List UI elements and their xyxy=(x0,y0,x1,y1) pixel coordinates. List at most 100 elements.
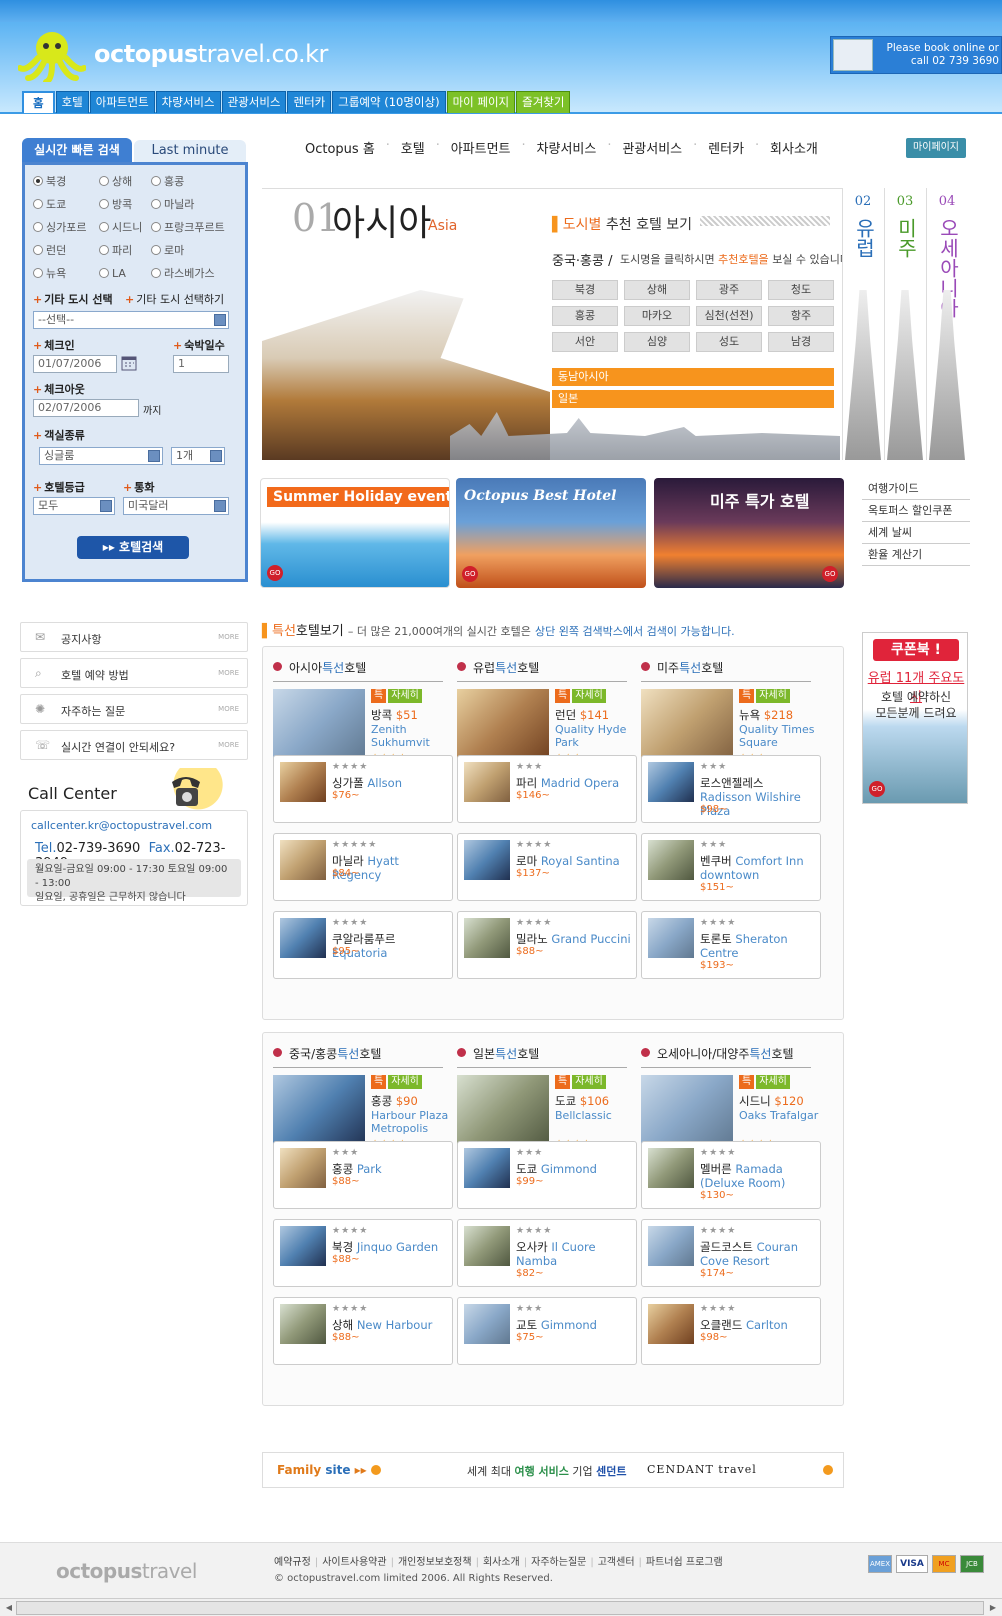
city-button-chengdu[interactable]: 성도 xyxy=(696,332,762,352)
footer-link-booking-terms[interactable]: 예약규정 xyxy=(274,1553,311,1568)
city-button-shenzhen[interactable]: 심천(선전) xyxy=(696,306,762,326)
nav-tab-my-page[interactable]: 마이 페이지 xyxy=(446,91,516,113)
faq-box[interactable]: ✺ 자주하는 질문 MORE xyxy=(20,694,248,724)
cendant-logo[interactable]: CENDANT travel xyxy=(647,1463,757,1476)
footer-link-customer-center[interactable]: 고객센터 xyxy=(586,1553,635,1568)
tab-realtime-search[interactable]: 실시간 빠른 검색 xyxy=(22,138,132,162)
city-radio-la[interactable]: LA xyxy=(99,265,151,281)
hotel-card[interactable]: ★★★ 교토 Gimmond $75~ xyxy=(457,1297,637,1365)
hotel-photo[interactable] xyxy=(457,689,549,761)
featured-hotel[interactable]: 특 자세히 방콕 $51 Zenith Sukhumvit ★★★★ xyxy=(273,689,453,763)
hotel-photo[interactable] xyxy=(273,689,365,761)
hotel-name[interactable]: 오클랜드 Carlton xyxy=(700,1318,818,1332)
checkout-input[interactable]: 02/07/2006 xyxy=(33,399,139,417)
city-radio-beijing[interactable]: 북경 xyxy=(33,173,99,189)
detail-button[interactable]: 자세히 xyxy=(388,689,422,703)
hotel-name[interactable]: 교토 Gimmond xyxy=(516,1318,634,1332)
detail-button[interactable]: 자세히 xyxy=(756,689,790,703)
hotel-card[interactable]: ★★★★ 쿠알라룸푸르 Equatoria $95~ xyxy=(273,911,453,979)
hotel-name[interactable]: 밀라노 Grand Puccini xyxy=(516,932,634,946)
footer-link-about[interactable]: 회사소개 xyxy=(472,1553,520,1568)
hotel-card[interactable]: ★★★★ 밀라노 Grand Puccini $88~ xyxy=(457,911,637,979)
hotel-thumbnail[interactable] xyxy=(464,918,510,958)
detail-button[interactable]: 자세히 xyxy=(572,1075,606,1089)
hotel-card[interactable]: ★★★★ 골드코스트 Couran Cove Resort $174~ xyxy=(641,1219,821,1287)
hotel-thumbnail[interactable] xyxy=(464,1304,510,1344)
call-center-email[interactable]: callcenter.kr@octopustravel.com xyxy=(31,819,212,832)
city-button-shanghai[interactable]: 상해 xyxy=(624,280,690,300)
hotel-thumbnail[interactable] xyxy=(280,1226,326,1266)
more-button[interactable]: MORE xyxy=(218,705,239,713)
region-bar-japan[interactable]: 일본 xyxy=(552,390,834,408)
coupon-banner[interactable]: 쿠폰북 ! 유럽 11개 주요도시 호텔 예약하신 모든분께 드려요 GO xyxy=(862,632,968,804)
menu-octopus-home[interactable]: Octopus 홈 xyxy=(292,138,388,157)
booking-guide-box[interactable]: ⌕ 호텔 예약 방법 MORE xyxy=(20,658,248,688)
hotel-name[interactable]: 골드코스트 Couran Cove Resort xyxy=(700,1240,818,1268)
hotel-name-link[interactable]: Quality Times Square xyxy=(739,723,823,749)
nav-tab-hotel[interactable]: 호텔 xyxy=(55,91,89,113)
hotel-card[interactable]: ★★★★★ 마닐라 Hyatt Regency $84~ xyxy=(273,833,453,901)
nav-tab-apartment[interactable]: 아파트먼트 xyxy=(89,91,155,113)
city-radio-shanghai[interactable]: 상해 xyxy=(99,173,151,189)
city-radio-sydney[interactable]: 시드니 xyxy=(99,219,151,235)
menu-rentcar[interactable]: 렌터카 xyxy=(693,138,757,157)
banner-summer-holiday[interactable]: Summer Holiday event GO xyxy=(260,478,450,588)
hotel-thumbnail[interactable] xyxy=(280,918,326,958)
city-button-nanjing[interactable]: 남경 xyxy=(768,332,834,352)
octopus-logo-icon[interactable] xyxy=(18,28,86,82)
city-radio-manila[interactable]: 마닐라 xyxy=(151,196,237,212)
hotel-name-link[interactable]: Oaks Trafalgar xyxy=(739,1109,823,1122)
city-button-macau[interactable]: 마카오 xyxy=(624,306,690,326)
room-type-select[interactable]: 싱글룸 xyxy=(39,447,163,465)
hotel-thumbnail[interactable] xyxy=(280,762,326,802)
hotel-card[interactable]: ★★★★ 싱가폴 Allson $76~ xyxy=(273,755,453,823)
hotel-name-link[interactable]: Bellclassic xyxy=(555,1109,639,1122)
city-radio-hongkong[interactable]: 홍콩 xyxy=(151,173,237,189)
detail-button[interactable]: 자세히 xyxy=(388,1075,422,1089)
detail-button[interactable]: 자세히 xyxy=(572,689,606,703)
city-radio-london[interactable]: 런던 xyxy=(33,242,99,258)
hotel-name-link[interactable]: Zenith Sukhumvit xyxy=(371,723,455,749)
footer-link-faq[interactable]: 자주하는질문 xyxy=(520,1553,586,1568)
hotel-thumbnail[interactable] xyxy=(648,1304,694,1344)
hotel-thumbnail[interactable] xyxy=(280,1304,326,1344)
side-tab-americas[interactable]: 03 미주 xyxy=(884,188,924,460)
scroll-thumb[interactable] xyxy=(16,1601,984,1615)
hotel-name[interactable]: 벤쿠버 Comfort Inn downtown xyxy=(700,854,818,882)
hotel-card[interactable]: ★★★ 벤쿠버 Comfort Inn downtown $151~ xyxy=(641,833,821,901)
hotel-card[interactable]: ★★★ 로스앤젤레스 Radisson Wilshire Plaza $98~ xyxy=(641,755,821,823)
city-button-xian[interactable]: 서안 xyxy=(552,332,618,352)
hotel-thumbnail[interactable] xyxy=(464,840,510,880)
hotel-card[interactable]: ★★★★ 로마 Royal Santina $137~ xyxy=(457,833,637,901)
hotel-thumbnail[interactable] xyxy=(464,1148,510,1188)
hotel-card[interactable]: ★★★★ 상해 New Harbour $88~ xyxy=(273,1297,453,1365)
nav-tab-tour-service[interactable]: 관광서비스 xyxy=(221,91,287,113)
region-bar-southeast-asia[interactable]: 동남아시아 xyxy=(552,368,834,386)
link-discount-coupon[interactable]: 옥토퍼스 할인쿠폰 xyxy=(862,500,970,522)
menu-apartment[interactable]: 아파트먼트 xyxy=(436,138,524,157)
hotel-thumbnail[interactable] xyxy=(648,1226,694,1266)
side-tab-europe[interactable]: 02 유럽 xyxy=(842,188,882,460)
banner-best-hotel[interactable]: Octopus Best Hotel GO xyxy=(456,478,646,588)
site-logo[interactable]: octopustravel.co.kr xyxy=(94,40,328,68)
hotel-name[interactable]: 싱가폴 Allson xyxy=(332,776,450,790)
hotel-thumbnail[interactable] xyxy=(648,840,694,880)
hotel-name-link[interactable]: Harbour Plaza Metropolis xyxy=(371,1109,455,1135)
horizontal-scrollbar[interactable]: ◀ ▶ xyxy=(0,1598,1002,1616)
room-count-select[interactable]: 1개 xyxy=(171,447,225,465)
city-button-hongkong[interactable]: 홍콩 xyxy=(552,306,618,326)
more-button[interactable]: MORE xyxy=(218,669,239,677)
hotel-name[interactable]: 상해 New Harbour xyxy=(332,1318,450,1332)
hotel-card[interactable]: ★★★★ 오사카 Il Cuore Namba $82~ xyxy=(457,1219,637,1287)
calendar-icon[interactable] xyxy=(121,355,137,371)
hotel-thumbnail[interactable] xyxy=(464,762,510,802)
hotel-thumbnail[interactable] xyxy=(648,1148,694,1188)
city-button-shenyang[interactable]: 심양 xyxy=(624,332,690,352)
hotel-name[interactable]: 북경 Jinquo Garden xyxy=(332,1240,450,1254)
featured-hotel[interactable]: 특 자세히 시드니 $120 Oaks Trafalgar ★★★★ xyxy=(641,1075,821,1149)
hotel-name[interactable]: 로마 Royal Santina xyxy=(516,854,634,868)
hotel-card[interactable]: ★★★ 홍콩 Park $88~ xyxy=(273,1141,453,1209)
footer-link-privacy[interactable]: 개인정보보호정책 xyxy=(387,1553,472,1568)
menu-about[interactable]: 회사소개 xyxy=(755,138,831,157)
link-world-weather[interactable]: 세계 날씨 xyxy=(862,522,970,544)
